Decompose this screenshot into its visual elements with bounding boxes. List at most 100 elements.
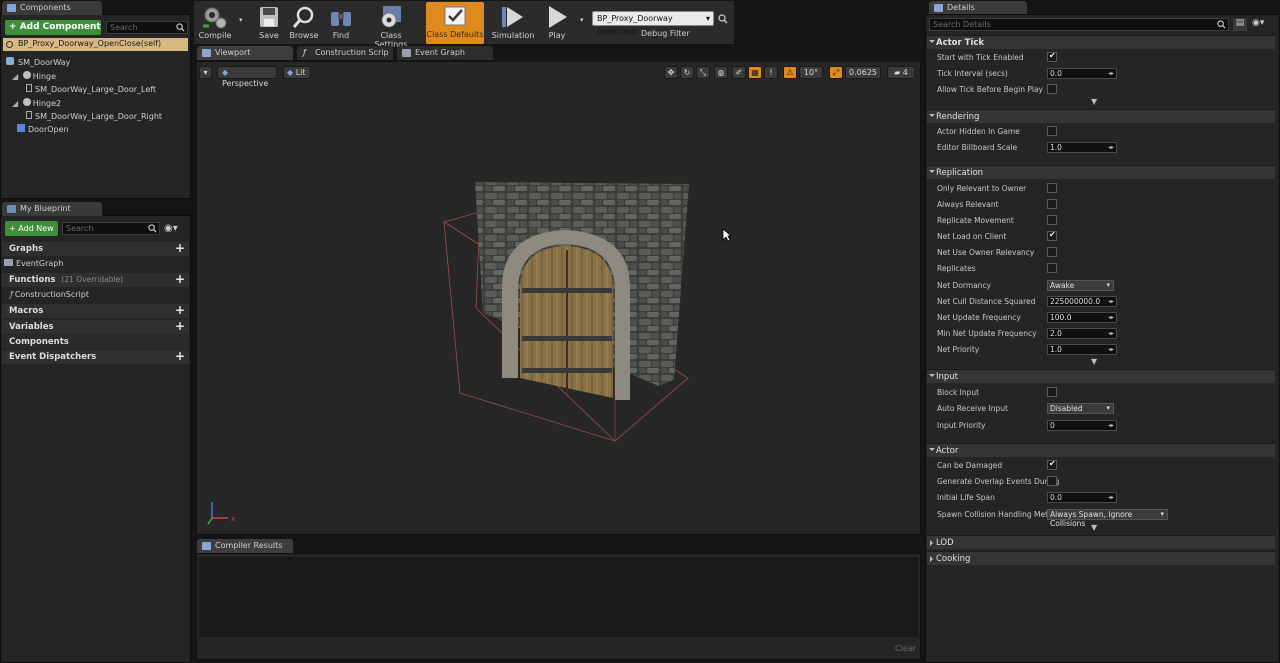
scale-snap-value[interactable]: 0.0625 (845, 66, 881, 79)
camera-speed-button[interactable]: ▰ 4 (887, 66, 915, 79)
tab-details[interactable]: Details (929, 1, 1027, 15)
tree-item-door-right[interactable]: SM_DoorWay_Large_Door_Right (26, 111, 162, 121)
grid-snap-value-icon[interactable]: ! (764, 66, 778, 79)
section-macros[interactable]: Macros + (2, 304, 189, 318)
world-local-icon[interactable]: ◍ (714, 66, 728, 79)
net-load-checkbox[interactable] (1047, 230, 1057, 241)
overlap-events-checkbox[interactable] (1047, 476, 1057, 486)
tree-item-door-left[interactable]: SM_DoorWay_Large_Door_Left (26, 84, 156, 94)
add-component-button[interactable]: + Add Component ▾ (5, 20, 101, 46)
category-cooking[interactable]: Cooking (927, 551, 1275, 565)
function-item-construction-script[interactable]: ƒ ConstructionScript (10, 290, 89, 299)
add-dispatcher-plus-icon[interactable]: + (175, 350, 185, 363)
section-functions[interactable]: Functions (21 Overridable) + (2, 273, 189, 287)
section-graphs[interactable]: Graphs + (2, 242, 189, 256)
tab-viewport[interactable]: Viewport (197, 46, 293, 60)
auto-receive-dropdown[interactable]: Disabled (1047, 403, 1114, 414)
tree-item-hinge[interactable]: ◢ Hinge (12, 71, 56, 81)
min-update-input[interactable]: 2.0 (1047, 328, 1117, 339)
root-component-row[interactable]: BP_Proxy_Doorway_OpenClose(self) (3, 38, 188, 51)
class-settings-button[interactable]: Class Settings (363, 3, 419, 49)
scale-snap-icon[interactable]: ⤢ (829, 66, 843, 79)
perspective-button[interactable]: ◆ Perspective (217, 66, 277, 88)
net-dormancy-dropdown[interactable]: Awake (1047, 280, 1114, 291)
category-replication[interactable]: Replication (927, 165, 1275, 179)
play-button[interactable]: Play (540, 3, 574, 43)
add-new-button[interactable]: + Add New ▾ (5, 221, 58, 248)
surface-snap-icon[interactable]: ✐ (732, 66, 746, 79)
allow-tick-checkbox[interactable] (1047, 84, 1057, 94)
tick-interval-input[interactable]: 0.0 (1047, 68, 1117, 79)
block-input-checkbox[interactable] (1047, 387, 1057, 397)
rotate-mode-icon[interactable]: ↻ (680, 66, 694, 79)
find-button[interactable]: Find (327, 3, 355, 43)
tab-construction-script[interactable]: ƒ Construction Scrip (297, 46, 393, 60)
can-be-damaged-checkbox[interactable] (1047, 459, 1057, 470)
life-span-input[interactable]: 0.0 (1047, 492, 1117, 503)
compile-options-chevron-icon[interactable]: ▾ (239, 16, 243, 24)
tab-components[interactable]: Components (2, 1, 102, 15)
billboard-scale-input[interactable]: 1.0 (1047, 142, 1117, 153)
view-options-eye-icon[interactable]: ◉▾ (1252, 18, 1264, 28)
add-graph-plus-icon[interactable]: + (175, 242, 185, 255)
always-relevant-checkbox[interactable] (1047, 199, 1057, 209)
net-priority-input[interactable]: 1.0 (1047, 344, 1117, 355)
advanced-expand-arrow-icon[interactable]: ▼ (1091, 523, 1097, 532)
tree-item-door-open[interactable]: DoorOpen (17, 124, 69, 134)
clear-button[interactable]: Clear (895, 644, 916, 653)
category-rendering[interactable]: Rendering (927, 109, 1275, 123)
compiler-output-area[interactable] (199, 557, 918, 637)
tab-event-graph[interactable]: Event Graph (397, 46, 493, 60)
prop-net-load-label: Net Load on Client (937, 232, 1007, 241)
add-variable-plus-icon[interactable]: + (175, 320, 185, 333)
tree-item-sm-doorway[interactable]: SM_DoorWay (6, 57, 70, 67)
section-event-dispatchers[interactable]: Event Dispatchers + (2, 350, 189, 364)
grid-snap-icon[interactable]: ▦ (748, 66, 762, 79)
debug-find-icon[interactable] (718, 14, 728, 24)
net-owner-checkbox[interactable] (1047, 247, 1057, 257)
update-frequency-input[interactable]: 100.0 (1047, 312, 1117, 323)
advanced-expand-arrow-icon[interactable]: ▼ (1091, 357, 1097, 366)
class-defaults-button[interactable]: Class Defaults (426, 2, 484, 44)
add-macro-plus-icon[interactable]: + (175, 304, 185, 317)
cull-distance-input[interactable]: 225000000.0 (1047, 296, 1117, 307)
tab-compiler-results[interactable]: Compiler Results (197, 539, 293, 553)
debug-object-dropdown[interactable]: BP_Proxy_Doorway (selected) ▾ (592, 11, 714, 36)
rotation-snap-icon[interactable]: ⚠ (783, 66, 797, 79)
hidden-in-game-checkbox[interactable] (1047, 126, 1057, 136)
category-lod[interactable]: LOD (927, 535, 1275, 549)
only-relevant-checkbox[interactable] (1047, 183, 1057, 193)
start-tick-checkbox[interactable] (1047, 51, 1057, 62)
viewport-options-button[interactable]: ▾ (199, 66, 212, 79)
category-actor[interactable]: Actor (927, 443, 1275, 457)
eye-view-options-icon[interactable]: ◉▾ (164, 223, 178, 234)
blueprint-icon (7, 205, 16, 213)
graph-item-eventgraph[interactable]: EventGraph (4, 259, 63, 268)
details-search-input[interactable]: Search Details (929, 18, 1229, 31)
category-actor-tick[interactable]: Actor Tick (927, 35, 1275, 49)
tree-item-hinge2[interactable]: ◢ Hinge2 (12, 98, 61, 108)
tab-my-blueprint[interactable]: My Blueprint (2, 202, 102, 216)
add-function-plus-icon[interactable]: + (175, 273, 185, 286)
category-input[interactable]: Input (927, 369, 1275, 383)
input-priority-input[interactable]: 0 (1047, 420, 1117, 431)
lit-view-mode-button[interactable]: ◆ Lit (283, 66, 311, 79)
compile-button[interactable]: Compile (196, 3, 234, 43)
components-search-input[interactable]: Search (106, 21, 188, 34)
rotation-snap-value[interactable]: 10° (799, 66, 823, 79)
play-options-chevron-icon[interactable]: ▾ (580, 16, 584, 24)
section-variables[interactable]: Variables + (2, 320, 189, 334)
translate-mode-icon[interactable]: ✥ (664, 66, 678, 79)
browse-button[interactable]: Browse (288, 3, 320, 43)
advanced-expand-arrow-icon[interactable]: ▼ (1091, 97, 1097, 106)
spawn-collision-dropdown[interactable]: Always Spawn, Ignore Collisions (1047, 509, 1168, 528)
prop-replicates-label: Replicates (937, 264, 976, 273)
blueprint-search-input[interactable]: Search (62, 222, 160, 235)
simulation-button[interactable]: Simulation (491, 3, 535, 43)
replicate-movement-checkbox[interactable] (1047, 215, 1057, 225)
save-button[interactable]: Save (256, 3, 282, 43)
scale-mode-icon[interactable]: ⤡ (696, 66, 710, 79)
section-components[interactable]: Components (2, 335, 189, 349)
replicates-checkbox[interactable] (1047, 263, 1057, 273)
property-matrix-icon[interactable]: ▤ (1233, 18, 1247, 31)
